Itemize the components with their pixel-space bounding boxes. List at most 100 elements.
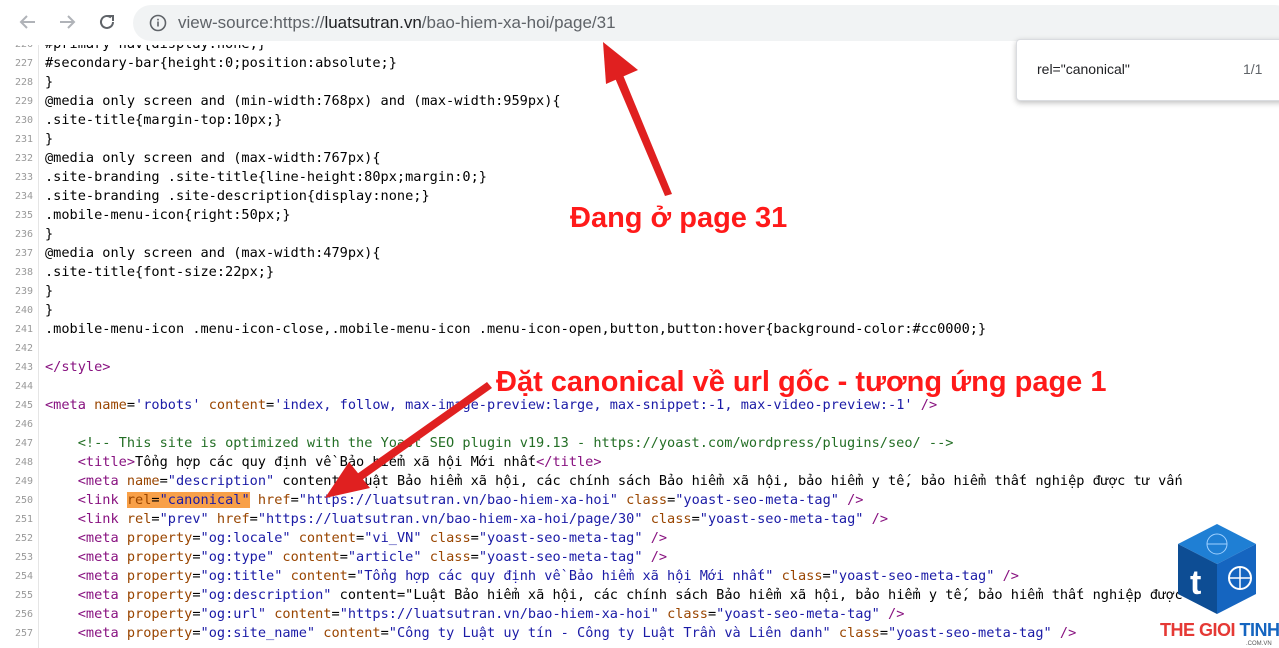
source-line: 238 .site-title{font-size:22px;} <box>0 263 1279 282</box>
find-input[interactable]: rel="canonical" <box>1037 61 1130 77</box>
find-bar[interactable]: rel="canonical" 1/1 <box>1016 39 1279 101</box>
line-number: 253 <box>14 552 33 563</box>
line-code: <link rel="prev" href="https://luatsutra… <box>77 511 889 527</box>
line-code: @media only screen and (max-width:767px)… <box>45 150 381 166</box>
annotation-page-note: Đang ở page 31 <box>570 202 788 234</box>
logo-letter: t <box>1190 564 1201 602</box>
source-line: 233 .site-branding .site-title{line-heigh… <box>0 168 1279 187</box>
line-code: .site-title{margin-top:10px;} <box>45 112 283 128</box>
source-line: 256 <meta property="og:url" content="htt… <box>0 605 1279 624</box>
url-text[interactable]: view-source:https://luatsutran.vn/bao-hi… <box>178 13 616 33</box>
line-number: 231 <box>14 134 33 145</box>
line-code: <meta name="description" content="Luật B… <box>77 473 1183 489</box>
arrow-right-icon <box>60 15 76 29</box>
address-bar[interactable]: view-source:https://luatsutran.vn/bao-hi… <box>133 5 1279 41</box>
line-number: 236 <box>14 229 33 240</box>
source-line: 246 <box>0 415 1279 434</box>
watermark-logo: t THE GIOI TINHOC .COM.VN <box>1150 520 1279 648</box>
source-line: 230 .site-title{margin-top:10px;} <box>0 111 1279 130</box>
line-code: <meta property="og:url" content="https:/… <box>77 606 905 622</box>
url-path: /bao-hiem-xa-hoi/page/31 <box>421 13 616 32</box>
line-number: 240 <box>14 305 33 316</box>
annotation-canonical-note: Đặt canonical về url gốc - tương ứng pag… <box>496 366 1107 398</box>
source-line: 250 <link rel="canonical" href="https://… <box>0 491 1279 510</box>
source-view[interactable]: 226 #primary-nav{display:none;} 227 #second… <box>0 45 1279 648</box>
line-code: } <box>45 131 54 147</box>
line-number: 230 <box>14 115 33 126</box>
line-number: 256 <box>14 609 33 620</box>
source-line: 241 .mobile-menu-icon .menu-icon-close,.m… <box>0 320 1279 339</box>
source-line: 257 <meta property="og:site_name" conten… <box>0 624 1279 643</box>
source-line: 248 <title>Tổng hợp các quy định về Bảo … <box>0 453 1279 472</box>
back-button[interactable] <box>14 8 42 36</box>
line-number: 250 <box>14 495 33 506</box>
line-number: 234 <box>14 191 33 202</box>
url-prefix: view-source:https:// <box>178 13 325 32</box>
line-code: <title>Tổng hợp các quy định về Bảo hiểm… <box>77 454 602 470</box>
line-code: #secondary-bar{height:0;position:absolut… <box>45 55 397 71</box>
source-line: 253 <meta property="og:type" content="ar… <box>0 548 1279 567</box>
line-code: .site-branding .site-title{line-height:8… <box>45 169 487 185</box>
source-line: 252 <meta property="og:locale" content="… <box>0 529 1279 548</box>
line-number: 244 <box>14 381 33 392</box>
source-line: 254 <meta property="og:title" content="T… <box>0 567 1279 586</box>
line-number: 247 <box>14 438 33 449</box>
info-icon[interactable] <box>149 14 167 32</box>
reload-icon <box>100 14 114 29</box>
line-code: .site-title{font-size:22px;} <box>45 264 275 280</box>
line-code: <meta property="og:title" content="Tổng … <box>77 568 1019 584</box>
line-number: 245 <box>14 400 33 411</box>
line-number: 254 <box>14 571 33 582</box>
line-number: 235 <box>14 210 33 221</box>
line-code: <meta property="og:locale" content="vi_V… <box>77 530 668 546</box>
line-number: 241 <box>14 324 33 335</box>
logo-wordmark: THE GIOI TINHOC <box>1160 620 1279 641</box>
logo-subtext: .COM.VN <box>1246 641 1272 647</box>
line-code: } <box>45 302 54 318</box>
line-number: 228 <box>14 77 33 88</box>
line-number: 237 <box>14 248 33 259</box>
logo-text-part2: TINHOC <box>1239 620 1279 640</box>
line-number: 238 <box>14 267 33 278</box>
line-number: 229 <box>14 96 33 107</box>
line-code: .site-branding .site-description{display… <box>45 188 430 204</box>
reload-button[interactable] <box>93 8 121 36</box>
line-code: <link rel="canonical" href="https://luat… <box>77 492 864 508</box>
logo-text-part1: THE GIOI <box>1160 620 1240 640</box>
line-number: 249 <box>14 476 33 487</box>
logo-cube-icon: t <box>1178 524 1256 614</box>
find-count: 1/1 <box>1243 61 1263 77</box>
source-line: 255 <meta property="og:description" cont… <box>0 586 1279 605</box>
url-domain: luatsutran.vn <box>324 13 422 32</box>
line-code: <meta property="og:description" content=… <box>77 587 1183 603</box>
line-number: 257 <box>14 628 33 639</box>
line-number: 242 <box>14 343 33 354</box>
line-code: .mobile-menu-icon{right:50px;} <box>45 207 291 223</box>
source-line: 240} <box>0 301 1279 320</box>
line-number: 243 <box>14 362 33 373</box>
line-number: 232 <box>14 153 33 164</box>
line-number: 251 <box>14 514 33 525</box>
line-number: 252 <box>14 533 33 544</box>
line-code: </style> <box>45 359 111 375</box>
line-code: #primary-nav{display:none;} <box>45 45 266 54</box>
line-number: 226 <box>0 45 33 54</box>
line-code: <!-- This site is optimized with the Yoa… <box>77 435 954 451</box>
arrow-left-icon <box>19 15 35 29</box>
line-number: 239 <box>14 286 33 297</box>
line-code: .mobile-menu-icon .menu-icon-close,.mobi… <box>45 321 987 337</box>
line-code: @media only screen and (min-width:768px)… <box>45 93 561 109</box>
source-line: 249 <meta name="description" content="Lu… <box>0 472 1279 491</box>
line-code: <meta property="og:type" content="articl… <box>77 549 668 565</box>
line-code: } <box>45 226 54 242</box>
line-code: <meta property="og:site_name" content="C… <box>77 625 1077 641</box>
line-code: } <box>45 74 54 90</box>
line-number: 227 <box>14 58 33 69</box>
source-line: 242 <box>0 339 1279 358</box>
forward-button[interactable] <box>53 8 81 36</box>
source-line: 247 <!-- This site is optimized with the… <box>0 434 1279 453</box>
line-number: 255 <box>14 590 33 601</box>
line-number: 246 <box>14 419 33 430</box>
source-line: 237 @media only screen and (max-width:479… <box>0 244 1279 263</box>
source-line: 239} <box>0 282 1279 301</box>
